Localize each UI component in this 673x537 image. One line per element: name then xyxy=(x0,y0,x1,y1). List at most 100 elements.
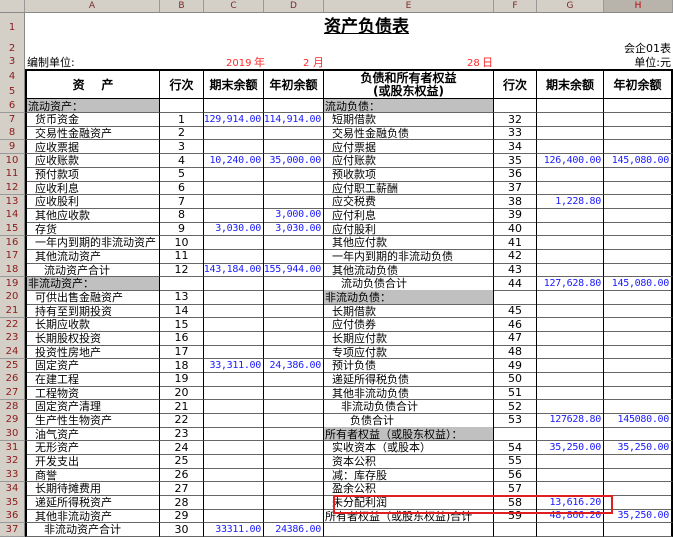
left-line-number[interactable]: 1 xyxy=(160,112,204,127)
right-begin-balance[interactable] xyxy=(604,468,673,483)
right-item-label[interactable]: 其他非流动负债 xyxy=(324,386,494,401)
right-item-label[interactable]: 长期应付款 xyxy=(324,331,494,346)
right-item-label[interactable]: 减：库存股 xyxy=(324,468,494,483)
left-item-label[interactable]: 其他非流动资产 xyxy=(25,509,160,524)
right-item-label[interactable]: 递延所得税负债 xyxy=(324,372,494,387)
right-item-label[interactable]: 流动负债： xyxy=(324,99,494,114)
right-line-number[interactable]: 54 xyxy=(494,440,537,455)
right-end-balance[interactable] xyxy=(537,317,604,332)
left-line-number[interactable]: 5 xyxy=(160,167,204,182)
left-begin-balance[interactable] xyxy=(264,276,324,291)
left-begin-balance[interactable] xyxy=(264,345,324,360)
right-end-balance[interactable] xyxy=(537,167,604,182)
left-item-label[interactable]: 其他应收款 xyxy=(25,208,160,223)
left-end-balance[interactable] xyxy=(204,345,264,360)
right-line-number[interactable] xyxy=(494,522,537,537)
right-end-balance[interactable] xyxy=(537,358,604,373)
left-begin-balance[interactable] xyxy=(264,509,324,524)
row-header-18[interactable]: 18 xyxy=(0,263,25,278)
column-header-E[interactable]: E xyxy=(324,0,494,13)
left-item-label[interactable]: 预付款项 xyxy=(25,167,160,182)
left-begin-balance[interactable] xyxy=(264,99,324,114)
left-end-balance[interactable]: 33,311.00 xyxy=(204,358,264,373)
right-item-label[interactable]: 所有者权益（或股东权益）： xyxy=(324,427,494,442)
row-header-17[interactable]: 17 xyxy=(0,249,25,264)
row-header-36[interactable]: 36 xyxy=(0,509,25,524)
left-end-balance[interactable] xyxy=(204,454,264,469)
right-end-balance[interactable] xyxy=(537,372,604,387)
right-item-label[interactable]: 资本公积 xyxy=(324,454,494,469)
right-item-label[interactable]: 应付账款 xyxy=(324,153,494,168)
right-begin-balance[interactable] xyxy=(604,112,673,127)
left-end-balance[interactable] xyxy=(204,372,264,387)
right-item-label[interactable]: 其他应付款 xyxy=(324,235,494,250)
left-end-balance[interactable] xyxy=(204,140,264,155)
right-item-label[interactable]: 实收资本（或股本） xyxy=(324,440,494,455)
left-end-balance[interactable] xyxy=(204,304,264,319)
row-header-29[interactable]: 29 xyxy=(0,413,25,428)
right-begin-balance[interactable] xyxy=(604,208,673,223)
right-begin-balance[interactable] xyxy=(604,358,673,373)
right-item-label[interactable]: 短期借款 xyxy=(324,112,494,127)
right-item-label[interactable]: 负债合计 xyxy=(324,413,494,428)
left-end-balance[interactable]: 33311.00 xyxy=(204,522,264,537)
left-end-balance[interactable] xyxy=(204,481,264,496)
left-item-label[interactable]: 开发支出 xyxy=(25,454,160,469)
row-header-22[interactable]: 22 xyxy=(0,317,25,332)
row-header-33[interactable]: 33 xyxy=(0,468,25,483)
right-end-balance[interactable] xyxy=(537,208,604,223)
left-end-balance[interactable] xyxy=(204,208,264,223)
left-begin-balance[interactable] xyxy=(264,468,324,483)
left-line-number[interactable]: 2 xyxy=(160,126,204,141)
left-end-balance[interactable] xyxy=(204,235,264,250)
left-begin-balance[interactable] xyxy=(264,413,324,428)
left-item-label[interactable]: 固定资产清理 xyxy=(25,399,160,414)
left-begin-balance[interactable] xyxy=(264,181,324,196)
left-end-balance[interactable] xyxy=(204,167,264,182)
left-item-label[interactable]: 无形资产 xyxy=(25,440,160,455)
left-end-balance[interactable] xyxy=(204,399,264,414)
right-begin-balance[interactable] xyxy=(604,167,673,182)
right-line-number[interactable]: 49 xyxy=(494,358,537,373)
right-line-number[interactable]: 33 xyxy=(494,126,537,141)
left-item-label[interactable]: 可供出售金融资产 xyxy=(25,290,160,305)
left-begin-balance[interactable]: 3,000.00 xyxy=(264,208,324,223)
right-line-number[interactable]: 55 xyxy=(494,454,537,469)
right-begin-balance[interactable] xyxy=(604,317,673,332)
right-item-label[interactable]: 应付债券 xyxy=(324,317,494,332)
right-begin-balance[interactable] xyxy=(604,263,673,278)
right-item-label[interactable]: 流动负债合计 xyxy=(324,276,494,291)
left-line-number[interactable] xyxy=(160,276,204,291)
right-line-number[interactable]: 45 xyxy=(494,304,537,319)
right-item-label[interactable]: 应付股利 xyxy=(324,222,494,237)
right-line-number[interactable]: 53 xyxy=(494,413,537,428)
left-end-balance[interactable] xyxy=(204,386,264,401)
row-header-14[interactable]: 14 xyxy=(0,208,25,223)
left-line-number[interactable] xyxy=(160,99,204,114)
right-end-balance[interactable] xyxy=(537,468,604,483)
right-end-balance[interactable] xyxy=(537,140,604,155)
row-header-34[interactable]: 34 xyxy=(0,481,25,496)
row-header-12[interactable]: 12 xyxy=(0,181,25,196)
left-begin-balance[interactable] xyxy=(264,386,324,401)
right-begin-balance[interactable] xyxy=(604,140,673,155)
column-header-H[interactable]: H xyxy=(604,0,673,13)
left-line-number[interactable]: 14 xyxy=(160,304,204,319)
right-line-number[interactable]: 41 xyxy=(494,235,537,250)
row-header-10[interactable]: 10 xyxy=(0,153,25,168)
left-item-label[interactable]: 投资性房地产 xyxy=(25,345,160,360)
column-header-B[interactable]: B xyxy=(160,0,204,13)
left-item-label[interactable]: 应收股利 xyxy=(25,194,160,209)
row-header-7[interactable]: 7 xyxy=(0,112,25,127)
right-begin-balance[interactable]: 35,250.00 xyxy=(604,509,673,524)
left-begin-balance[interactable]: 24386.00 xyxy=(264,522,324,537)
row-header-35[interactable]: 35 xyxy=(0,495,25,510)
right-begin-balance[interactable]: 35,250.00 xyxy=(604,440,673,455)
right-line-number[interactable]: 43 xyxy=(494,263,537,278)
right-end-balance[interactable] xyxy=(537,290,604,305)
left-line-number[interactable]: 16 xyxy=(160,331,204,346)
right-line-number[interactable]: 32 xyxy=(494,112,537,127)
left-line-number[interactable]: 26 xyxy=(160,468,204,483)
right-begin-balance[interactable] xyxy=(604,372,673,387)
left-line-number[interactable]: 11 xyxy=(160,249,204,264)
